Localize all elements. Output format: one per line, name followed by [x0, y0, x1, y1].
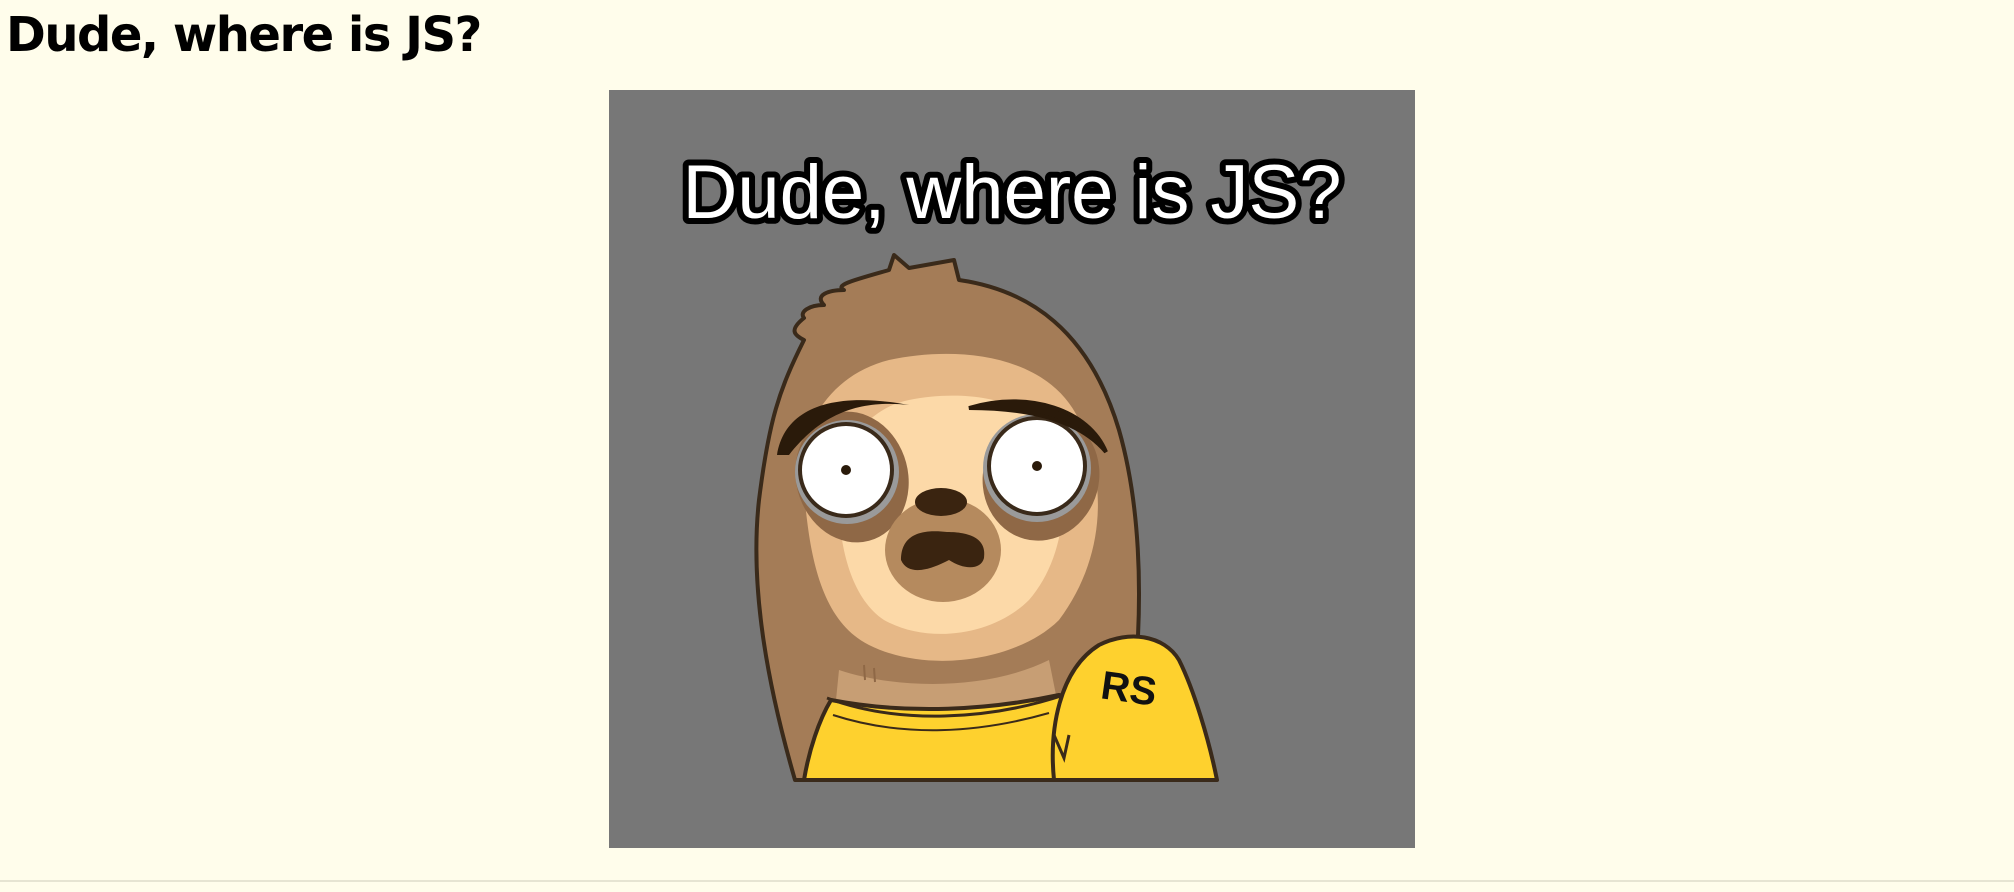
page: Dude, where is JS? Dude, where is JS? Du…: [0, 0, 2014, 892]
page-title: Dude, where is JS?: [6, 7, 482, 63]
meme-caption: Dude, where is JS?: [683, 150, 1342, 235]
bottom-divider: [0, 880, 2014, 882]
sloth-icon: RS: [754, 253, 1219, 782]
shirt-badge-text: RS: [1098, 663, 1159, 714]
meme-image: Dude, where is JS? Dude, where is JS? RS: [609, 90, 1415, 848]
